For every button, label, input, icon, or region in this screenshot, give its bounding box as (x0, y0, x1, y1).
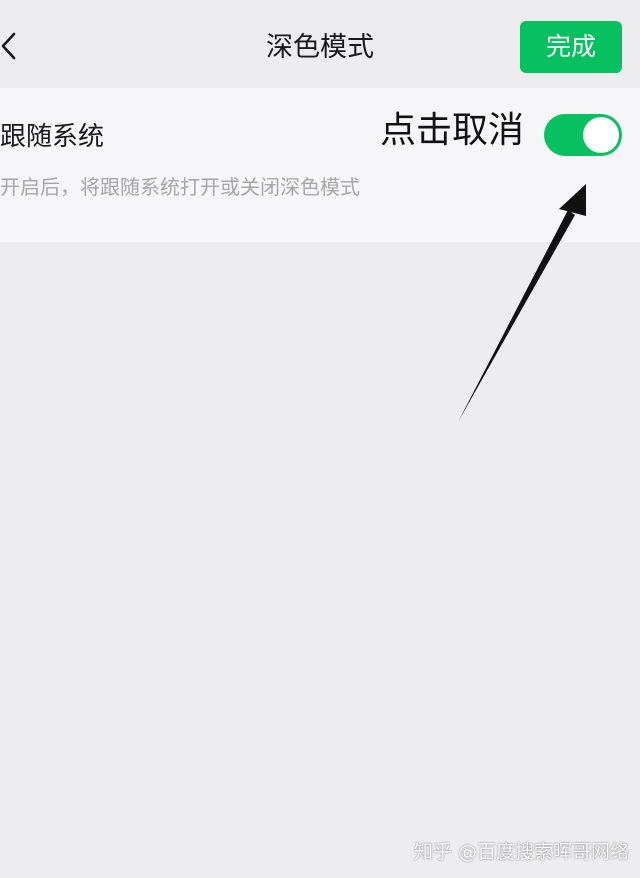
annotation-text: 点击取消 (380, 110, 525, 151)
setting-description: 开启后，将跟随系统打开或关闭深色模式 (0, 175, 360, 199)
top-bar: 深色模式 完成 (0, 0, 640, 88)
setting-label: 跟随系统 (0, 122, 105, 152)
done-button[interactable]: 完成 (520, 21, 622, 73)
follow-system-setting: 跟随系统 开启后，将跟随系统打开或关闭深色模式 点击取消 (0, 88, 640, 242)
follow-system-toggle[interactable] (544, 114, 622, 156)
toggle-knob (583, 117, 619, 153)
watermark: 知乎 @百度搜索晖哥网络 (414, 841, 630, 863)
